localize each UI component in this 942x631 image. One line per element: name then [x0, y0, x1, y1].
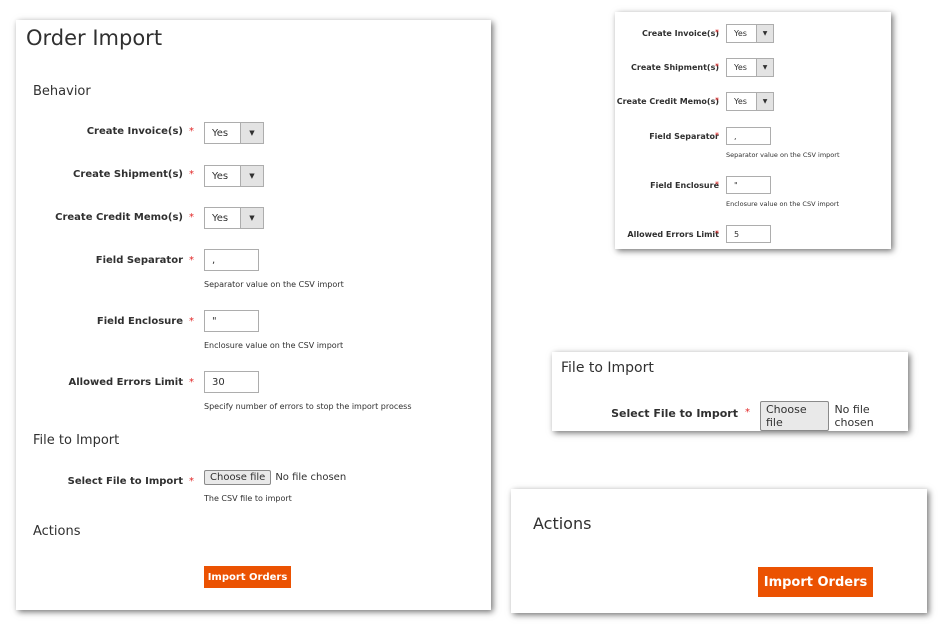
required-marker: *	[715, 96, 719, 105]
page-title: Order Import	[26, 26, 163, 50]
allowed-errors-label: Allowed Errors Limit	[68, 377, 183, 388]
create-credit-memo-label: Create Credit Memo(s)	[616, 97, 719, 106]
field-separator-input[interactable]: ,	[204, 249, 259, 271]
actions-heading: Actions	[533, 514, 592, 533]
create-invoice-label: Create Invoice(s)	[86, 126, 183, 137]
required-marker: *	[189, 169, 194, 180]
order-import-panel: Order Import Behavior Create Invoice(s) …	[16, 20, 491, 610]
field-separator-label: Field Separator	[649, 132, 719, 141]
field-enclosure-note: Enclosure value on the CSV import	[726, 200, 840, 208]
required-marker: *	[715, 180, 719, 189]
create-invoice-select[interactable]: Yes ▼	[726, 24, 774, 43]
required-marker: *	[189, 212, 194, 223]
actions-heading: Actions	[33, 524, 81, 539]
choose-file-button[interactable]: Choose file	[204, 470, 272, 485]
required-marker: *	[189, 255, 194, 266]
chevron-down-icon: ▼	[756, 93, 773, 110]
allowed-errors-input[interactable]: 30	[204, 371, 259, 393]
file-input[interactable]: Choose file No file chosen	[760, 401, 908, 431]
create-shipment-select[interactable]: Yes ▼	[726, 58, 774, 77]
file-heading: File to Import	[33, 433, 120, 448]
chevron-down-icon: ▼	[240, 123, 263, 143]
required-marker: *	[715, 28, 719, 37]
file-input[interactable]: Choose file No file chosen	[204, 470, 346, 485]
allowed-errors-note: Specify number of errors to stop the imp…	[204, 402, 412, 411]
chevron-down-icon: ▼	[756, 25, 773, 42]
create-shipment-label: Create Shipment(s)	[631, 63, 719, 72]
allowed-errors-label: Allowed Errors Limit	[627, 230, 719, 239]
required-marker: *	[745, 407, 750, 418]
create-credit-memo-label: Create Credit Memo(s)	[55, 212, 183, 223]
field-enclosure-label: Field Enclosure	[96, 316, 183, 327]
create-credit-memo-select[interactable]: Yes ▼	[204, 207, 264, 229]
select-file-label: Select File to Import	[611, 407, 738, 420]
required-marker: *	[189, 476, 194, 487]
create-invoice-select[interactable]: Yes ▼	[204, 122, 264, 144]
create-shipment-select[interactable]: Yes ▼	[204, 165, 264, 187]
field-enclosure-label: Field Enclosure	[650, 181, 719, 190]
chevron-down-icon: ▼	[240, 208, 263, 228]
import-orders-button[interactable]: Import Orders	[758, 567, 873, 597]
field-separator-note: Separator value on the CSV import	[726, 151, 840, 159]
no-file-text: No file chosen	[275, 472, 347, 483]
choose-file-button[interactable]: Choose file	[760, 401, 830, 431]
import-orders-button[interactable]: Import Orders	[204, 566, 291, 588]
create-invoice-label: Create Invoice(s)	[641, 29, 719, 38]
field-enclosure-input[interactable]: "	[726, 176, 771, 194]
field-enclosure-input[interactable]: "	[204, 310, 259, 332]
actions-zoom-panel: Actions Import Orders	[511, 489, 927, 613]
required-marker: *	[189, 377, 194, 388]
chevron-down-icon: ▼	[756, 59, 773, 76]
no-file-text: No file chosen	[834, 403, 874, 429]
behavior-zoom-panel: Create Invoice(s) * Yes ▼ Create Shipment…	[615, 12, 891, 249]
create-credit-memo-select[interactable]: Yes ▼	[726, 92, 774, 111]
required-marker: *	[189, 316, 194, 327]
required-marker: *	[189, 126, 194, 137]
field-separator-note: Separator value on the CSV import	[204, 280, 344, 289]
chevron-down-icon: ▼	[240, 166, 263, 186]
file-note: The CSV file to import	[204, 494, 292, 503]
field-separator-label: Field Separator	[95, 255, 183, 266]
behavior-heading: Behavior	[33, 84, 91, 99]
allowed-errors-input[interactable]: 5	[726, 225, 771, 243]
field-enclosure-note: Enclosure value on the CSV import	[204, 341, 344, 350]
create-shipment-label: Create Shipment(s)	[73, 169, 183, 180]
file-zoom-panel: File to Import Select File to Import * C…	[552, 352, 908, 431]
file-heading: File to Import	[561, 360, 654, 376]
select-file-label: Select File to Import	[67, 476, 183, 487]
field-separator-input[interactable]: ,	[726, 127, 771, 145]
required-marker: *	[715, 62, 719, 71]
required-marker: *	[715, 229, 719, 238]
required-marker: *	[715, 131, 719, 140]
